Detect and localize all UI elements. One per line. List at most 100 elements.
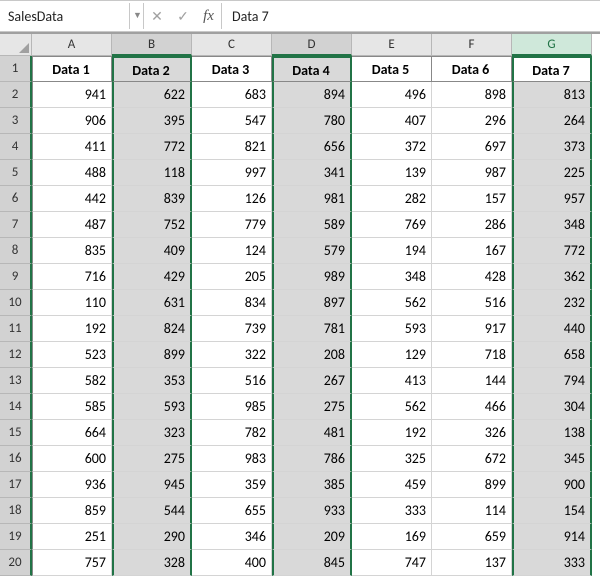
- cell-A11[interactable]: 192: [32, 316, 112, 342]
- cell-C1[interactable]: Data 3: [192, 56, 272, 82]
- cell-D9[interactable]: 989: [272, 264, 352, 290]
- column-header-E[interactable]: E: [352, 34, 432, 56]
- cell-F10[interactable]: 516: [432, 290, 512, 316]
- cell-F13[interactable]: 144: [432, 368, 512, 394]
- row-header-4[interactable]: 4: [0, 134, 32, 160]
- cell-G15[interactable]: 138: [512, 420, 592, 446]
- cell-C13[interactable]: 516: [192, 368, 272, 394]
- cell-G13[interactable]: 794: [512, 368, 592, 394]
- row-header-15[interactable]: 15: [0, 420, 32, 446]
- cell-C19[interactable]: 346: [192, 524, 272, 550]
- column-header-D[interactable]: D: [272, 34, 352, 56]
- cell-F12[interactable]: 718: [432, 342, 512, 368]
- cell-A19[interactable]: 251: [32, 524, 112, 550]
- cell-C2[interactable]: 683: [192, 82, 272, 108]
- cell-D12[interactable]: 208: [272, 342, 352, 368]
- cell-G17[interactable]: 900: [512, 472, 592, 498]
- cell-C16[interactable]: 983: [192, 446, 272, 472]
- cell-A8[interactable]: 835: [32, 238, 112, 264]
- fx-icon[interactable]: fx: [196, 3, 222, 29]
- cell-C12[interactable]: 322: [192, 342, 272, 368]
- cell-B10[interactable]: 631: [112, 290, 192, 316]
- cell-F2[interactable]: 898: [432, 82, 512, 108]
- cell-E15[interactable]: 192: [352, 420, 432, 446]
- row-header-16[interactable]: 16: [0, 446, 32, 472]
- cell-D15[interactable]: 481: [272, 420, 352, 446]
- cell-E7[interactable]: 769: [352, 212, 432, 238]
- cell-C7[interactable]: 779: [192, 212, 272, 238]
- cell-C17[interactable]: 359: [192, 472, 272, 498]
- cell-E2[interactable]: 496: [352, 82, 432, 108]
- row-header-11[interactable]: 11: [0, 316, 32, 342]
- cell-B20[interactable]: 328: [112, 550, 192, 576]
- row-header-17[interactable]: 17: [0, 472, 32, 498]
- row-header-12[interactable]: 12: [0, 342, 32, 368]
- column-header-F[interactable]: F: [432, 34, 512, 56]
- cell-G1[interactable]: Data 7: [512, 56, 592, 82]
- cell-A12[interactable]: 523: [32, 342, 112, 368]
- cell-G18[interactable]: 154: [512, 498, 592, 524]
- cell-E4[interactable]: 372: [352, 134, 432, 160]
- cell-B2[interactable]: 622: [112, 82, 192, 108]
- cell-C5[interactable]: 997: [192, 160, 272, 186]
- column-header-G[interactable]: G: [512, 34, 592, 56]
- cell-D17[interactable]: 385: [272, 472, 352, 498]
- cell-E17[interactable]: 459: [352, 472, 432, 498]
- cell-E19[interactable]: 169: [352, 524, 432, 550]
- cell-G7[interactable]: 348: [512, 212, 592, 238]
- cell-C4[interactable]: 821: [192, 134, 272, 160]
- cell-G16[interactable]: 345: [512, 446, 592, 472]
- cell-A9[interactable]: 716: [32, 264, 112, 290]
- row-header-6[interactable]: 6: [0, 186, 32, 212]
- cell-A13[interactable]: 582: [32, 368, 112, 394]
- cell-D5[interactable]: 341: [272, 160, 352, 186]
- cell-B13[interactable]: 353: [112, 368, 192, 394]
- cell-F14[interactable]: 466: [432, 394, 512, 420]
- cell-A6[interactable]: 442: [32, 186, 112, 212]
- row-header-10[interactable]: 10: [0, 290, 32, 316]
- cell-D20[interactable]: 845: [272, 550, 352, 576]
- cell-C9[interactable]: 205: [192, 264, 272, 290]
- row-header-2[interactable]: 2: [0, 82, 32, 108]
- row-header-13[interactable]: 13: [0, 368, 32, 394]
- cell-A7[interactable]: 487: [32, 212, 112, 238]
- cell-F9[interactable]: 428: [432, 264, 512, 290]
- row-header-9[interactable]: 9: [0, 264, 32, 290]
- cell-D4[interactable]: 656: [272, 134, 352, 160]
- cell-E16[interactable]: 325: [352, 446, 432, 472]
- column-header-B[interactable]: B: [112, 34, 192, 56]
- select-all-corner[interactable]: [0, 34, 32, 56]
- cell-B17[interactable]: 945: [112, 472, 192, 498]
- cell-F8[interactable]: 167: [432, 238, 512, 264]
- cell-C3[interactable]: 547: [192, 108, 272, 134]
- cell-D6[interactable]: 981: [272, 186, 352, 212]
- cell-D3[interactable]: 780: [272, 108, 352, 134]
- cell-D14[interactable]: 275: [272, 394, 352, 420]
- cell-B9[interactable]: 429: [112, 264, 192, 290]
- row-header-18[interactable]: 18: [0, 498, 32, 524]
- cell-D19[interactable]: 209: [272, 524, 352, 550]
- cell-D7[interactable]: 589: [272, 212, 352, 238]
- cell-B12[interactable]: 899: [112, 342, 192, 368]
- cell-F6[interactable]: 157: [432, 186, 512, 212]
- cell-F19[interactable]: 659: [432, 524, 512, 550]
- cell-G3[interactable]: 264: [512, 108, 592, 134]
- cell-C10[interactable]: 834: [192, 290, 272, 316]
- cell-B1[interactable]: Data 2: [112, 56, 192, 82]
- cell-C14[interactable]: 985: [192, 394, 272, 420]
- cell-G6[interactable]: 957: [512, 186, 592, 212]
- name-box[interactable]: [0, 3, 130, 29]
- cell-C8[interactable]: 124: [192, 238, 272, 264]
- formula-input[interactable]: [222, 3, 600, 29]
- cell-E20[interactable]: 747: [352, 550, 432, 576]
- cell-E11[interactable]: 593: [352, 316, 432, 342]
- row-header-3[interactable]: 3: [0, 108, 32, 134]
- cell-F4[interactable]: 697: [432, 134, 512, 160]
- cell-E10[interactable]: 562: [352, 290, 432, 316]
- cell-B7[interactable]: 752: [112, 212, 192, 238]
- cell-G20[interactable]: 333: [512, 550, 592, 576]
- cell-E8[interactable]: 194: [352, 238, 432, 264]
- cell-D2[interactable]: 894: [272, 82, 352, 108]
- cell-G19[interactable]: 914: [512, 524, 592, 550]
- cell-F5[interactable]: 987: [432, 160, 512, 186]
